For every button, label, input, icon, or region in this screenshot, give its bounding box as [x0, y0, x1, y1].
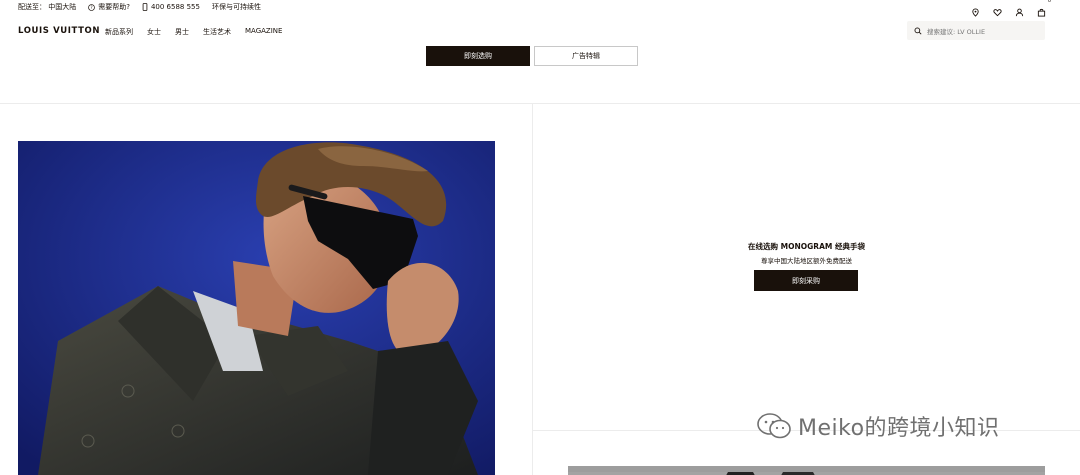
bag-count-badge: 0	[1047, 0, 1051, 4]
shop-now-button[interactable]: 即刻选购	[426, 46, 530, 66]
sustainability-label: 环保与可持续性	[211, 3, 261, 11]
promo-title: 在线选购 MONOGRAM 经典手袋	[748, 242, 865, 251]
search-placeholder: 搜索建议: LV OLLIE	[927, 27, 986, 36]
nav-link-women[interactable]: 女士	[147, 27, 161, 37]
wishlist-icon[interactable]	[993, 2, 1002, 17]
need-help-label: 需要帮助?	[98, 3, 130, 11]
nav-link-men[interactable]: 男士	[175, 27, 189, 37]
nav-link-new[interactable]: 新品系列	[105, 27, 133, 37]
utility-icons: 0	[958, 0, 1051, 17]
nav-link-art-of-living[interactable]: 生活艺术	[203, 27, 231, 37]
main-nav: 新品系列 女士 男士 生活艺术 MAGAZINE	[105, 27, 296, 37]
sustainability-link[interactable]: 环保与可持续性	[212, 2, 261, 12]
search-icon	[914, 27, 922, 35]
utility-bar: 配送至： 中国大陆 ? 需要帮助? 400 6588 555 环保与可持续性	[0, 0, 1080, 14]
phone-icon	[142, 3, 148, 11]
need-help-link[interactable]: ? 需要帮助?	[88, 2, 130, 12]
help-icon: ?	[88, 3, 96, 11]
promo-shop-button[interactable]: 即刻采购	[754, 270, 858, 291]
ship-to-label: 配送至： 中国大陆	[18, 3, 77, 11]
phone-number: 400 6588 555	[150, 3, 200, 11]
section-divider	[0, 103, 1080, 104]
nav-link-magazine[interactable]: MAGAZINE	[245, 27, 282, 37]
column-divider	[532, 104, 533, 475]
store-locator-icon[interactable]	[971, 2, 980, 17]
shopping-bag-icon[interactable]: 0	[1037, 0, 1051, 17]
promo-subtitle: 尊享中国大陆地区额外免费配送	[761, 257, 852, 265]
watermark: Meiko的跨境小知识	[756, 410, 1000, 442]
campaign-button[interactable]: 广告特辑	[534, 46, 638, 66]
svg-text:?: ?	[91, 5, 93, 10]
product-tile-image[interactable]	[568, 466, 1045, 475]
watermark-text: Meiko的跨境小知识	[798, 416, 1000, 441]
account-icon[interactable]	[1015, 2, 1024, 17]
search-input[interactable]: 搜索建议: LV OLLIE	[907, 21, 1045, 40]
ship-to-link[interactable]: 配送至： 中国大陆	[18, 2, 76, 12]
brand-logo[interactable]: LOUIS VUITTON	[18, 26, 100, 36]
wechat-icon	[757, 413, 791, 439]
hero-campaign-image[interactable]	[18, 141, 495, 475]
phone-link[interactable]: 400 6588 555	[142, 3, 200, 11]
